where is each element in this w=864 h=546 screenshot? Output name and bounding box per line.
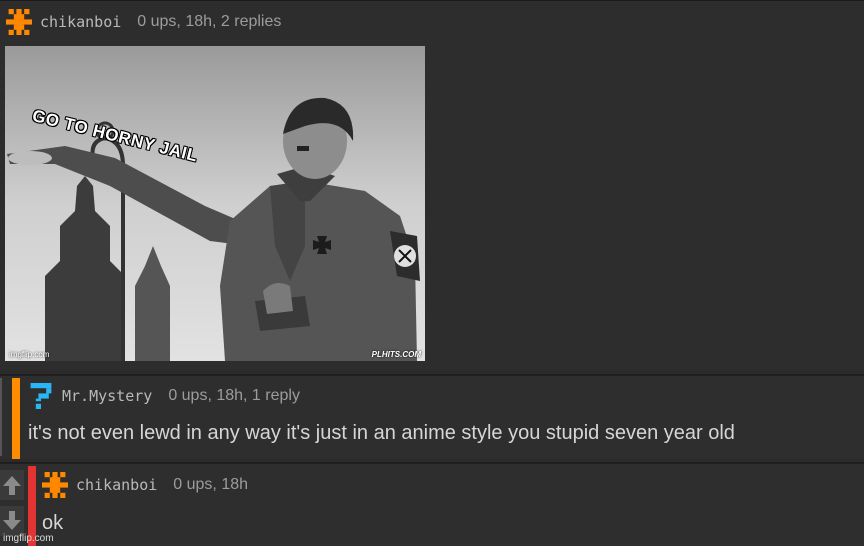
downvote-button[interactable] bbox=[0, 506, 24, 536]
comment-2: Mr.Mystery 0 ups, 18h, 1 reply it's not … bbox=[0, 374, 864, 459]
comment-stats: 0 ups, 18h, 2 replies bbox=[137, 13, 282, 30]
username-link[interactable]: chikanboi bbox=[76, 476, 157, 494]
comment-text: ok bbox=[42, 512, 64, 534]
thread-line bbox=[0, 378, 2, 456]
comment-stats: 0 ups, 18h, 1 reply bbox=[168, 387, 300, 404]
comment-1: chikanboi 0 ups, 18h, 2 replies GO TO HO… bbox=[0, 0, 864, 369]
comment-text: it's not even lewd in any way it's just … bbox=[28, 422, 735, 444]
imgflip-watermark: imgflip.com bbox=[9, 350, 50, 359]
upvote-button[interactable] bbox=[0, 470, 24, 500]
username-link[interactable]: Mr.Mystery bbox=[62, 387, 152, 405]
user-avatar-icon[interactable] bbox=[42, 472, 68, 498]
down-arrow-icon bbox=[3, 511, 21, 530]
comment-2-meta: Mr.Mystery 0 ups, 18h, 1 reply bbox=[28, 383, 300, 409]
comment-stats: 0 ups, 18h bbox=[173, 476, 249, 493]
question-mark-avatar-icon[interactable] bbox=[28, 383, 54, 409]
comment-3-meta: chikanboi 0 ups, 18h bbox=[42, 472, 248, 498]
reply-accent-bar bbox=[12, 378, 20, 459]
comment-3: chikanboi 0 ups, 18h ok imgflip.com bbox=[0, 462, 864, 546]
up-arrow-icon bbox=[3, 476, 21, 495]
source-watermark: PLHITS.COM bbox=[371, 350, 421, 359]
meme-photo bbox=[5, 46, 425, 361]
comment-1-meta: chikanboi 0 ups, 18h, 2 replies bbox=[6, 9, 281, 35]
user-avatar-icon[interactable] bbox=[6, 9, 32, 35]
imgflip-watermark: imgflip.com bbox=[3, 533, 54, 544]
meme-image[interactable]: GO TO HORNY JAIL imgflip.com PLHITS.COM bbox=[5, 46, 425, 361]
username-link[interactable]: chikanboi bbox=[40, 13, 121, 31]
